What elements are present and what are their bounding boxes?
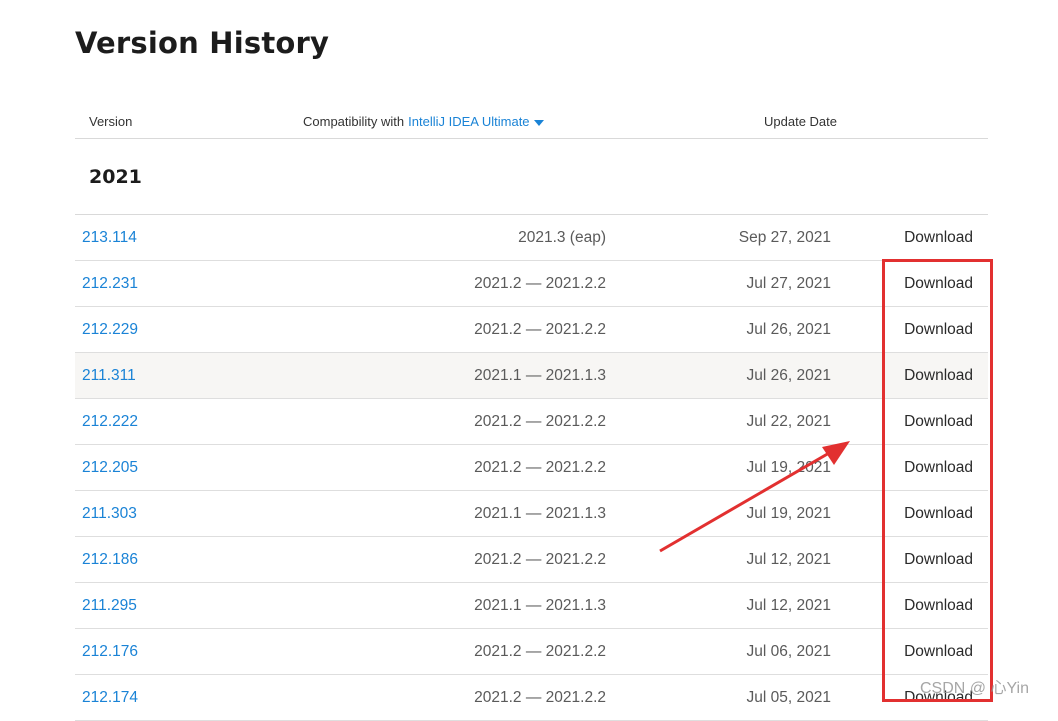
header-update-date: Update Date	[764, 114, 837, 129]
update-date: Jul 27, 2021	[746, 275, 831, 292]
update-date: Sep 27, 2021	[738, 229, 831, 246]
version-link[interactable]: 211.303	[82, 505, 137, 523]
download-link[interactable]: Download	[904, 321, 973, 339]
download-link[interactable]: Download	[904, 597, 973, 615]
version-link[interactable]: 212.174	[82, 689, 138, 707]
caret-down-icon[interactable]	[533, 119, 544, 126]
table-row: 212.229 2021.2 — 2021.2.2 Jul 26, 2021 Down…	[75, 307, 988, 353]
product-selector-label[interactable]: IntelliJ IDEA Ultimate	[408, 114, 529, 129]
download-link[interactable]: Download	[904, 551, 973, 569]
download-link[interactable]: Download	[904, 229, 973, 247]
update-date: Jul 12, 2021	[746, 597, 831, 614]
compatibility-range: 2021.2 — 2021.2.2	[474, 689, 606, 706]
download-link[interactable]: Download	[904, 459, 973, 477]
table-header: Version Compatibility with IntelliJ IDEA …	[75, 100, 988, 139]
download-link[interactable]: Download	[904, 367, 973, 385]
compatibility-range: 2021.2 — 2021.2.2	[474, 459, 606, 476]
page-title: Version History	[75, 26, 330, 60]
update-date: Jul 05, 2021	[746, 689, 831, 706]
update-date: Jul 06, 2021	[746, 643, 831, 660]
table-row: 211.311 2021.1 — 2021.1.3 Jul 26, 2021 Down…	[75, 353, 988, 399]
table-row: 212.222 2021.2 — 2021.2.2 Jul 22, 2021 Down…	[75, 399, 988, 445]
versions-table: 213.114 2021.3 (eap) Sep 27, 2021 Download 2…	[75, 215, 988, 721]
version-link[interactable]: 212.231	[82, 275, 138, 293]
compatibility-range: 2021.2 — 2021.2.2	[474, 321, 606, 338]
table-row: 213.114 2021.3 (eap) Sep 27, 2021 Download	[75, 215, 988, 261]
header-compatibility-label: Compatibility with	[303, 114, 405, 129]
table-row: 211.303 2021.1 — 2021.1.3 Jul 19, 2021 Down…	[75, 491, 988, 537]
compatibility-range: 2021.2 — 2021.2.2	[474, 413, 606, 430]
version-link[interactable]: 212.205	[82, 459, 138, 477]
download-link[interactable]: Download	[904, 275, 973, 293]
compatibility-range: 2021.1 — 2021.1.3	[474, 505, 606, 522]
version-link[interactable]: 212.222	[82, 413, 138, 431]
table-row: 212.186 2021.2 — 2021.2.2 Jul 12, 2021 Down…	[75, 537, 988, 583]
compatibility-range: 2021.1 — 2021.1.3	[474, 597, 606, 614]
download-link[interactable]: Download	[904, 505, 973, 523]
table-row: 212.174 2021.2 — 2021.2.2 Jul 05, 2021 Down…	[75, 675, 988, 721]
version-link[interactable]: 212.176	[82, 643, 138, 661]
update-date: Jul 22, 2021	[746, 413, 831, 430]
year-group-heading: 2021	[89, 166, 142, 188]
table-row: 212.176 2021.2 — 2021.2.2 Jul 06, 2021 Down…	[75, 629, 988, 675]
update-date: Jul 19, 2021	[746, 505, 831, 522]
version-link[interactable]: 211.295	[82, 597, 137, 615]
compatibility-range: 2021.2 — 2021.2.2	[474, 551, 606, 568]
update-date: Jul 19, 2021	[746, 459, 831, 476]
compatibility-range: 2021.2 — 2021.2.2	[474, 275, 606, 292]
version-link[interactable]: 211.311	[82, 367, 136, 385]
download-link[interactable]: Download	[904, 643, 973, 661]
header-version: Version	[89, 114, 133, 129]
update-date: Jul 12, 2021	[746, 551, 831, 568]
header-compatibility: Compatibility with IntelliJ IDEA Ultimate	[303, 114, 544, 129]
watermark: CSDN @ 心Yin	[920, 680, 1030, 697]
version-link[interactable]: 212.186	[82, 551, 138, 569]
table-row: 211.295 2021.1 — 2021.1.3 Jul 12, 2021 Down…	[75, 583, 988, 629]
update-date: Jul 26, 2021	[746, 321, 831, 338]
version-link[interactable]: 212.229	[82, 321, 138, 339]
compatibility-range: 2021.3 (eap)	[518, 229, 606, 246]
table-row: 212.205 2021.2 — 2021.2.2 Jul 19, 2021 Down…	[75, 445, 988, 491]
download-link[interactable]: Download	[904, 413, 973, 431]
product-selector[interactable]: IntelliJ IDEA Ultimate	[408, 114, 544, 129]
version-link[interactable]: 213.114	[82, 229, 137, 247]
table-row: 212.231 2021.2 — 2021.2.2 Jul 27, 2021 Down…	[75, 261, 988, 307]
compatibility-range: 2021.2 — 2021.2.2	[474, 643, 606, 660]
update-date: Jul 26, 2021	[746, 367, 831, 384]
compatibility-range: 2021.1 — 2021.1.3	[474, 367, 606, 384]
